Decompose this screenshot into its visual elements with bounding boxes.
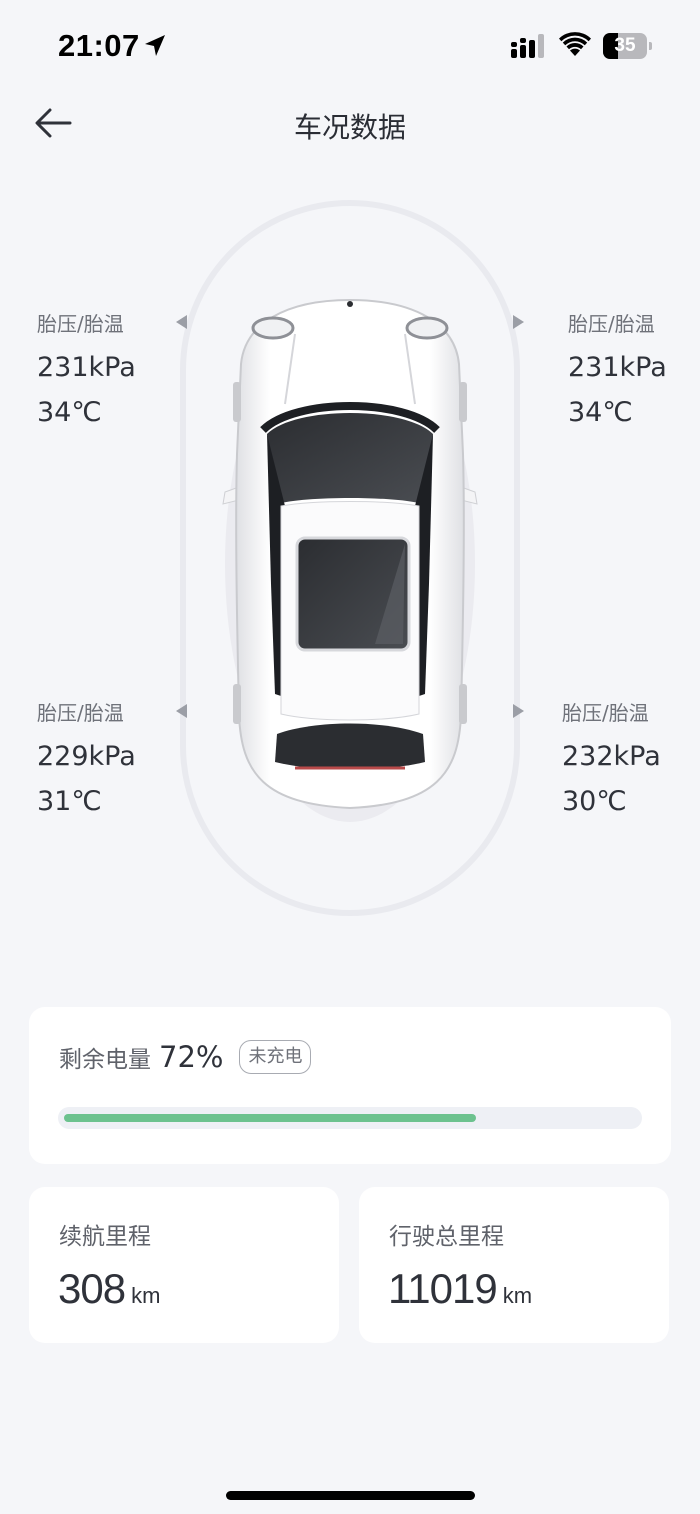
odometer-unit: km (502, 1283, 533, 1308)
battery-icon: 35 (603, 33, 652, 59)
tire-temperature: 31℃ (37, 786, 102, 817)
tire-rear-right: 胎压/胎温 232kPa 30℃ (562, 697, 661, 822)
odometer-card: 行驶总里程 11019 km (359, 1187, 669, 1343)
wifi-icon (559, 32, 591, 56)
cellular-signal-icon (511, 34, 544, 58)
range-unit: km (131, 1283, 161, 1308)
rear-right-pointer-icon (513, 704, 524, 718)
tire-pressure: 231kPa (568, 352, 667, 383)
tire-label: 胎压/胎温 (37, 312, 124, 336)
odometer-label: 行驶总里程 (389, 1224, 504, 1250)
tire-temperature: 34℃ (37, 397, 102, 428)
battery-percent: 72% (159, 1040, 224, 1074)
range-label: 续航里程 (59, 1224, 151, 1250)
front-right-pointer-icon (513, 315, 524, 329)
tire-temperature: 30℃ (562, 786, 627, 817)
odometer-value: 11019 (388, 1265, 498, 1312)
battery-label: 剩余电量 (59, 1047, 151, 1073)
battery-progress-bar (58, 1107, 642, 1129)
tire-rear-left: 胎压/胎温 229kPa 31℃ (37, 697, 136, 822)
battery-level-text: 35 (614, 35, 636, 56)
range-value: 308 (58, 1265, 126, 1312)
tire-front-right: 胎压/胎温 231kPa 34℃ (568, 308, 667, 433)
tire-pressure: 229kPa (37, 741, 136, 772)
page-title: 车况数据 (293, 111, 406, 144)
vehicle-diagram: 胎压/胎温 231kPa 34℃ 胎压/胎温 231kPa 34℃ 胎压/胎温 … (0, 190, 700, 930)
rear-left-pointer-icon (176, 704, 187, 718)
car-top-view-image (222, 298, 478, 822)
tire-label: 胎压/胎温 (37, 701, 124, 725)
front-left-pointer-icon (176, 315, 187, 329)
status-time: 21:07 (58, 28, 140, 63)
tire-pressure: 232kPa (562, 741, 661, 772)
battery-progress-fill (64, 1114, 476, 1122)
home-indicator (226, 1491, 475, 1500)
tire-front-left: 胎压/胎温 231kPa 34℃ (37, 308, 136, 433)
tire-pressure: 231kPa (37, 352, 136, 383)
status-bar: 21:07 35 (0, 0, 700, 90)
battery-card: 剩余电量 72% 未充电 (29, 1007, 671, 1164)
tire-temperature: 34℃ (568, 397, 633, 428)
tire-label: 胎压/胎温 (562, 701, 649, 725)
charge-status-badge: 未充电 (239, 1040, 312, 1074)
range-card: 续航里程 308 km (29, 1187, 339, 1343)
tire-label: 胎压/胎温 (568, 312, 655, 336)
location-arrow-icon (145, 35, 165, 56)
